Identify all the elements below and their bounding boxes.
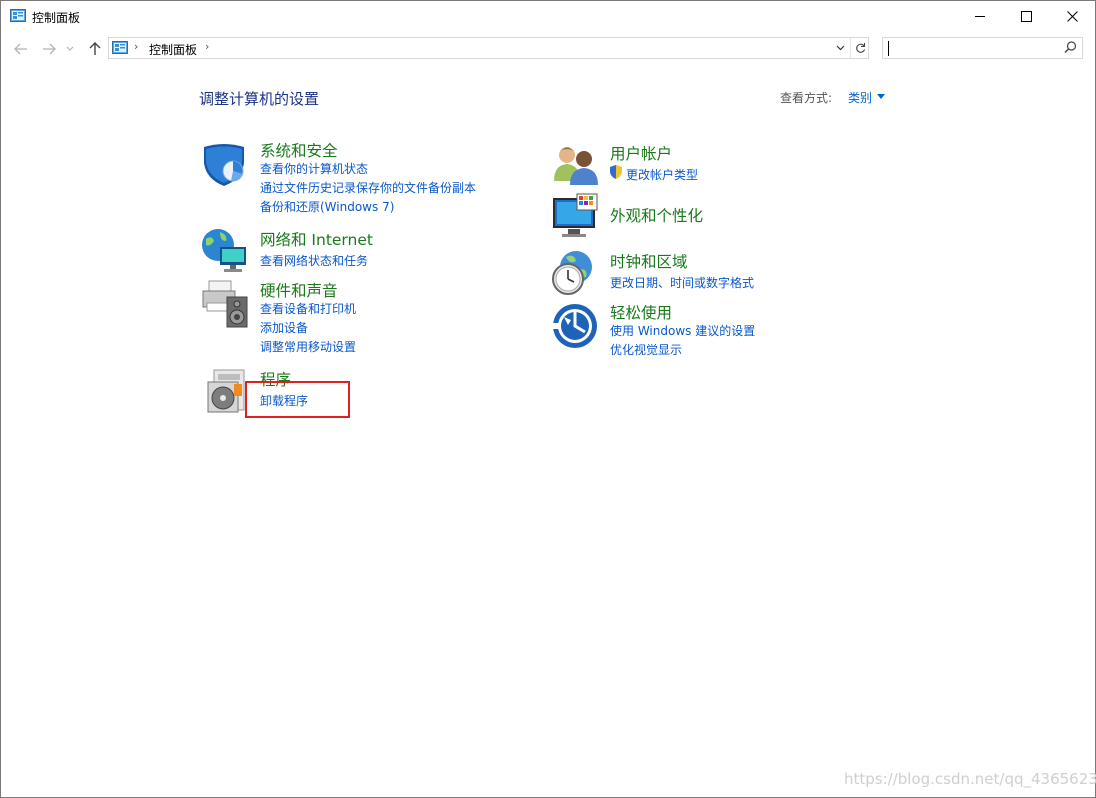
forward-button[interactable]	[39, 39, 59, 59]
category-title-network-internet[interactable]: 网络和 Internet	[260, 228, 373, 250]
close-button[interactable]	[1049, 1, 1095, 31]
search-icon[interactable]	[1064, 41, 1077, 54]
link-optimize-visual-display[interactable]: 优化视觉显示	[610, 341, 682, 358]
link-backup-restore[interactable]: 备份和还原(Windows 7)	[260, 198, 394, 215]
link-windows-recommended-settings[interactable]: 使用 Windows 建议的设置	[610, 322, 755, 339]
clock-globe-icon[interactable]	[550, 249, 598, 297]
recent-locations-button[interactable]	[63, 39, 77, 59]
link-change-account-type[interactable]: 更改帐户类型	[626, 166, 698, 183]
monitor-palette-icon[interactable]	[552, 193, 600, 241]
link-network-status[interactable]: 查看网络状态和任务	[260, 252, 368, 269]
refresh-button[interactable]	[850, 38, 869, 58]
category-title-hardware-sound[interactable]: 硬件和声音	[260, 279, 338, 301]
breadcrumb-control-panel[interactable]: 控制面板	[149, 41, 197, 58]
minimize-icon	[974, 15, 985, 17]
control-panel-window: 控制面板 › 控制面板 › 调整计算机的设置 查看方式: 类别 系统和安全 查看…	[0, 0, 1096, 798]
programs-disc-icon[interactable]	[206, 368, 246, 414]
view-by-label: 查看方式:	[780, 91, 833, 105]
accessibility-icon[interactable]	[552, 303, 598, 349]
control-panel-icon	[10, 9, 26, 22]
window-title: 控制面板	[32, 11, 81, 25]
link-date-time-format[interactable]: 更改日期、时间或数字格式	[610, 274, 754, 291]
uac-shield-icon	[610, 165, 622, 179]
address-bar[interactable]: › 控制面板 ›	[108, 37, 869, 59]
link-file-history-backup[interactable]: 通过文件历史记录保存你的文件备份副本	[260, 179, 476, 196]
network-globe-icon[interactable]	[200, 227, 248, 273]
category-title-ease-of-access[interactable]: 轻松使用	[610, 301, 672, 323]
maximize-button[interactable]	[1003, 1, 1049, 31]
page-title: 调整计算机的设置	[199, 90, 320, 108]
printer-speaker-icon[interactable]	[201, 279, 249, 329]
highlight-box	[245, 381, 350, 418]
back-button[interactable]	[11, 39, 31, 59]
refresh-icon	[855, 43, 865, 53]
maximize-icon	[1020, 10, 1032, 22]
text-cursor	[888, 41, 889, 56]
address-dropdown-button[interactable]	[831, 38, 849, 58]
minimize-button[interactable]	[957, 1, 1003, 31]
chevron-down-icon	[836, 45, 844, 51]
category-title-clock-region[interactable]: 时钟和区域	[610, 250, 688, 272]
arrow-left-icon	[14, 43, 27, 55]
arrow-right-icon	[43, 43, 56, 55]
link-mobility-settings[interactable]: 调整常用移动设置	[260, 338, 356, 355]
link-view-computer-status[interactable]: 查看你的计算机状态	[260, 160, 368, 177]
watermark: https://blog.csdn.net/qq_43656233	[844, 770, 1096, 788]
view-by-dropdown[interactable]: 类别	[848, 89, 872, 106]
caret-down-icon[interactable]	[877, 94, 885, 99]
shield-icon[interactable]	[201, 141, 247, 187]
title-bar[interactable]: 控制面板	[1, 1, 1095, 32]
link-devices-printers[interactable]: 查看设备和打印机	[260, 300, 356, 317]
category-title-user-accounts[interactable]: 用户帐户	[610, 142, 672, 164]
search-input[interactable]	[882, 37, 1083, 59]
link-add-device[interactable]: 添加设备	[260, 319, 308, 336]
category-title-appearance[interactable]: 外观和个性化	[610, 204, 703, 226]
arrow-up-icon	[89, 42, 101, 55]
breadcrumb-separator[interactable]: ›	[134, 40, 138, 53]
chevron-down-icon	[66, 46, 74, 51]
category-title-system-security[interactable]: 系统和安全	[260, 139, 338, 161]
users-icon[interactable]	[552, 143, 600, 185]
up-button[interactable]	[85, 39, 105, 59]
breadcrumb-separator[interactable]: ›	[205, 40, 209, 53]
close-icon	[1066, 10, 1078, 22]
control-panel-icon	[112, 41, 128, 54]
